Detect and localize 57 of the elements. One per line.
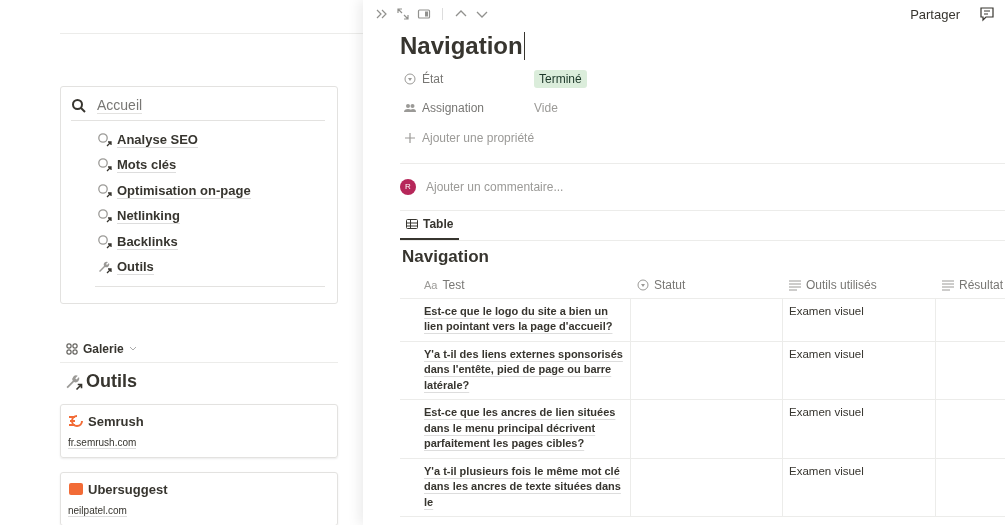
gallery-heading: Outils [86, 371, 137, 392]
text-lines-icon [942, 278, 954, 291]
table-cell: Examen visuel [789, 406, 864, 418]
table-cell: Examen visuel [789, 304, 864, 317]
avatar: R [400, 178, 416, 195]
page-title[interactable]: Navigation [400, 28, 1005, 64]
expand-icon[interactable] [396, 7, 410, 21]
share-button[interactable]: Partager [904, 4, 966, 24]
page-link[interactable]: Analyse SEO [117, 131, 198, 148]
page-link[interactable]: Mots clés [117, 157, 177, 174]
people-icon [404, 102, 416, 115]
column-header[interactable]: Aa Test [400, 271, 631, 298]
status-icon [637, 278, 649, 291]
search-link-icon [97, 182, 113, 199]
table-title: Navigation [402, 246, 490, 267]
table-cell: Examen visuel [789, 464, 864, 477]
wrench-link-icon [97, 259, 113, 276]
card-url[interactable]: neilpatel.com [68, 505, 127, 517]
double-chevron-icon[interactable] [375, 7, 389, 21]
chevron-down-icon[interactable] [128, 346, 137, 352]
row-title-link[interactable]: Y'a t-il des liens externes sponsorisés dans l'entête, pied de page ou barre latérale? [424, 346, 628, 393]
row-title-link[interactable]: Y'a t-il plusieurs fois le même mot clé dans les ancres de texte situées dans le [424, 463, 628, 510]
column-header[interactable]: Statut [631, 271, 783, 298]
page-link[interactable]: Netlinking [117, 208, 180, 225]
card-title: Ubersuggest [88, 481, 168, 497]
row-title-link[interactable]: Est-ce que les ancres de lien situées dans le menu principal décrivent parfaitement les pages cibles? [424, 405, 628, 452]
search-link-icon [97, 131, 113, 148]
search-link-icon [97, 208, 113, 225]
comment-icon[interactable] [979, 6, 995, 22]
property-name: Assignation [422, 101, 486, 116]
table-cell: Examen visuel [789, 347, 864, 360]
side-panel-icon[interactable] [417, 7, 431, 21]
property-name: État [422, 71, 445, 86]
grid-icon [66, 343, 78, 355]
table-icon [406, 217, 418, 230]
card-title: Semrush [88, 413, 144, 429]
card-url[interactable]: fr.semrush.com [68, 437, 137, 449]
plus-icon[interactable] [404, 131, 416, 144]
text-lines-icon [789, 278, 801, 291]
square-logo-icon [68, 481, 84, 497]
search-link-icon [97, 157, 113, 174]
status-tag[interactable]: Terminé [534, 69, 587, 88]
page-link[interactable]: Optimisation on-page [117, 182, 251, 199]
gallery-card[interactable]: Semrush fr.semrush.com [60, 404, 338, 458]
view-selector[interactable]: Galerie [83, 342, 124, 356]
status-icon [404, 72, 416, 85]
search-link[interactable]: Accueil [97, 97, 143, 114]
gallery-card[interactable]: Ubersuggest neilpatel.com [60, 472, 338, 525]
page-link[interactable]: Backlinks [117, 233, 178, 250]
view-tab[interactable]: Table [400, 210, 460, 240]
page-link[interactable]: Outils [117, 259, 154, 276]
row-title-link[interactable]: Est-ce que le logo du site a bien un lien pointant vers la page d'accueil? [424, 303, 628, 335]
search-icon [71, 97, 87, 114]
column-header[interactable]: Outils utilisés [783, 271, 936, 298]
column-header[interactable]: Résultat [936, 271, 1005, 298]
search-link-icon [97, 233, 113, 250]
flame-logo-icon [68, 413, 84, 429]
